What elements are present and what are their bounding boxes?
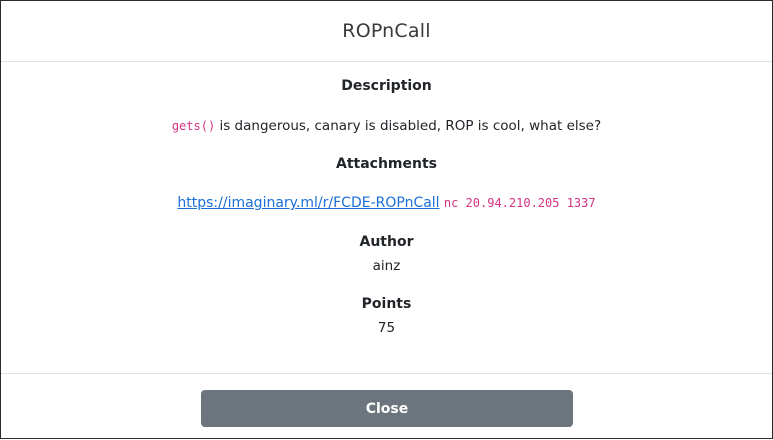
points-value: 75	[377, 320, 396, 336]
attachments-line: https://imaginary.ml/r/FCDE-ROPnCall nc …	[1, 195, 772, 211]
description-code: gets()	[171, 119, 216, 133]
description-body: is dangerous, canary is disabled, ROP is…	[215, 118, 602, 134]
modal-header: ROPnCall	[1, 1, 772, 62]
points-heading: Points	[361, 296, 412, 312]
attachment-command: nc 20.94.210.205 1337	[443, 196, 596, 210]
close-button[interactable]: Close	[201, 390, 573, 427]
author-heading: Author	[359, 234, 414, 250]
description-text: gets() is dangerous, canary is disabled,…	[1, 118, 772, 134]
attachments-heading: Attachments	[335, 156, 437, 172]
author-value: ainz	[372, 258, 401, 274]
modal-body: Description gets() is dangerous, canary …	[1, 62, 772, 373]
attachment-link[interactable]: https://imaginary.ml/r/FCDE-ROPnCall	[177, 195, 439, 211]
challenge-modal: ROPnCall Description gets() is dangerous…	[0, 0, 773, 439]
modal-title: ROPnCall	[342, 20, 431, 42]
modal-footer: Close	[1, 373, 772, 440]
description-heading: Description	[341, 78, 432, 94]
